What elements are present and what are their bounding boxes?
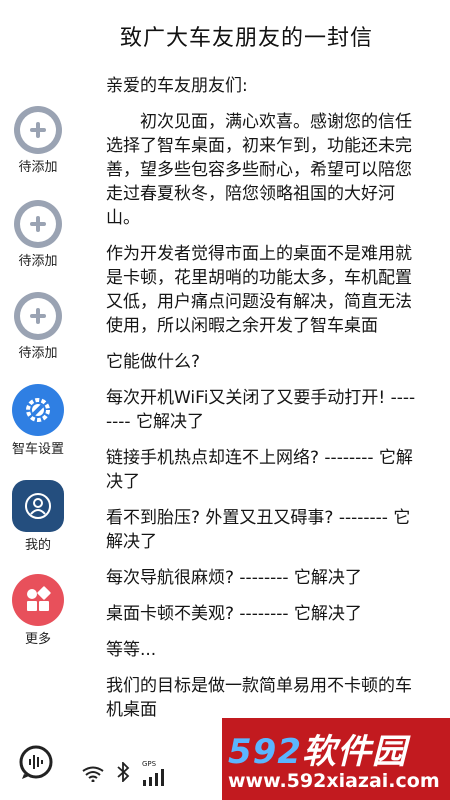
sidebar-item-label: 待添加 <box>18 346 58 361</box>
gear-wrench-icon <box>12 384 64 436</box>
sidebar-item-label: 智车设置 <box>11 442 64 457</box>
letter-paragraph: 初次见面，满心欢喜。感谢您的信任选择了智车桌面，初来乍到，功能还未完善，望多些包… <box>106 112 412 228</box>
sidebar-item-car-settings[interactable]: 智车设置 <box>0 384 76 457</box>
letter-paragraph: 每次导航很麻烦? -------- 它解决了 <box>106 568 362 588</box>
letter-paragraph: 我们的目标是做一款简单易用不卡顿的车机桌面 <box>106 676 412 720</box>
add-circle-icon <box>14 200 62 248</box>
sidebar: 待添加 待添加 待添加 智车设置 我的 更多 <box>0 0 80 800</box>
sidebar-item-mine[interactable]: 我的 <box>0 480 76 553</box>
letter-paragraph: 桌面卡顿不美观? -------- 它解决了 <box>106 604 362 624</box>
watermark-logo: 592软件园 www.592xiazai.com <box>222 718 450 800</box>
sidebar-item-label: 我的 <box>24 538 51 553</box>
bluetooth-icon <box>116 760 130 786</box>
sidebar-item-label: 待添加 <box>18 254 58 269</box>
watermark-number: 592 <box>228 732 302 772</box>
watermark-text: 软件园 <box>301 732 407 772</box>
wifi-icon <box>82 766 104 786</box>
add-circle-icon <box>14 106 62 154</box>
sidebar-item-add-3[interactable]: 待添加 <box>0 292 76 361</box>
watermark-url: www.592xiazai.com <box>228 770 440 792</box>
letter-paragraph: 每次开机WiFi又关闭了又要手动打开! -------- 它解决了 <box>106 388 416 432</box>
letter-body: 亲爱的车友朋友们: 初次见面，满心欢喜。感谢您的信任选择了智车桌面，初来乍到，功… <box>106 74 418 734</box>
add-circle-icon <box>14 292 62 340</box>
letter-paragraph: 链接手机热点却连不上网络? -------- 它解决了 <box>106 448 413 492</box>
gps-signal-icon: GPS <box>142 760 168 786</box>
apps-grid-icon <box>12 574 64 626</box>
bottom-bar: GPS <box>0 740 230 800</box>
sidebar-item-more[interactable]: 更多 <box>0 574 76 647</box>
page-title: 致广大车友朋友的一封信 <box>120 26 374 51</box>
voice-assistant-icon[interactable] <box>18 744 54 780</box>
sidebar-item-label: 待添加 <box>18 160 58 175</box>
sidebar-item-add-2[interactable]: 待添加 <box>0 200 76 269</box>
letter-paragraph: 作为开发者觉得市面上的桌面不是难用就是卡顿，花里胡哨的功能太多，车机配置又低，用… <box>106 244 412 336</box>
letter-greeting: 亲爱的车友朋友们: <box>106 76 248 96</box>
letter-paragraph: 看不到胎压? 外置又丑又碍事? -------- 它解决了 <box>106 508 411 552</box>
sidebar-item-add-1[interactable]: 待添加 <box>0 106 76 175</box>
sidebar-item-label: 更多 <box>24 632 51 647</box>
letter-paragraph: 等等... <box>106 640 157 660</box>
user-icon <box>12 480 64 532</box>
gps-label: GPS <box>142 760 157 768</box>
letter-paragraph: 它能做什么? <box>106 352 201 372</box>
